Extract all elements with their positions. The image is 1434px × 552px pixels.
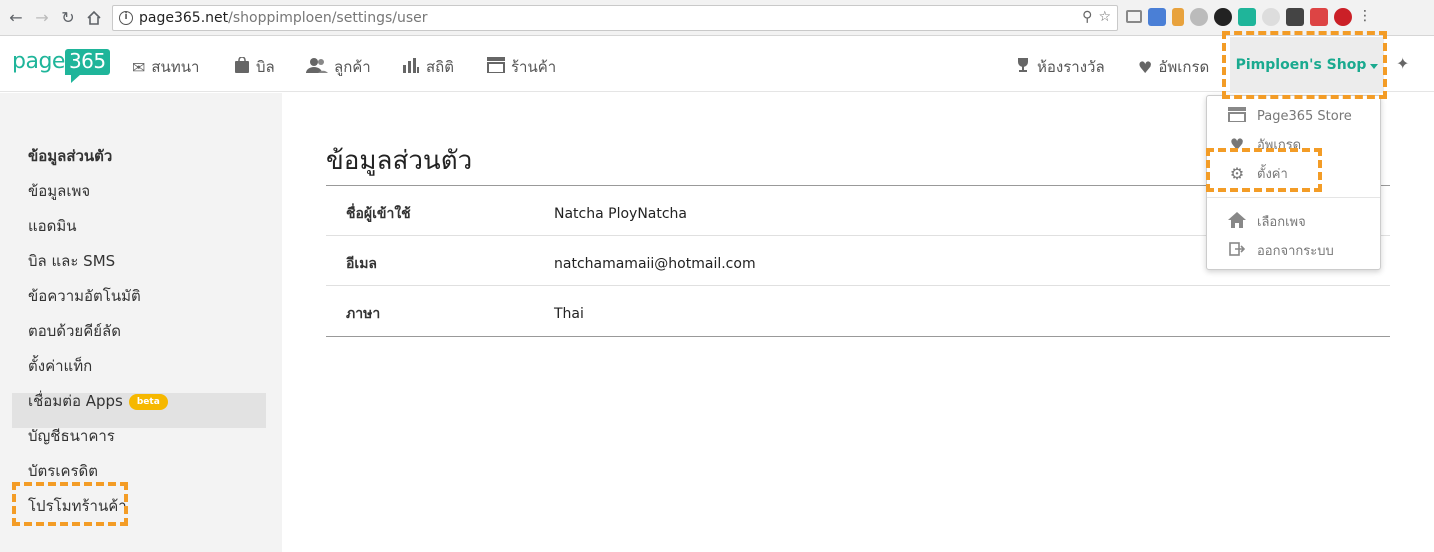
users-icon [306,57,328,77]
menu-item-page365-store[interactable]: Page365 Store [1227,107,1352,126]
gmail-icon[interactable] [1310,8,1328,26]
nav-customers-label: ลูกค้า [334,58,371,76]
menu-divider [1207,197,1380,198]
nav-store-label: ร้านค้า [511,58,557,76]
menu-dots-icon[interactable]: ⋮ [1358,8,1372,26]
row-key: ชื่อผู้เข้าใช้ [346,206,411,222]
extensions-bar: ⋮ [1126,8,1372,26]
reload-icon[interactable]: ↻ [58,8,78,28]
menu-item-label: Page365 Store [1257,109,1352,124]
trophy-icon [1015,57,1031,77]
annotation-settings-item [1206,148,1322,192]
store-icon [487,57,505,77]
page-title: ข้อมูลส่วนตัว [326,146,473,176]
app-header: page 365 ✉ สนทนา บิล ลูกค้า สถิติ ร้านค้า… [0,37,1434,92]
sidebar-item-profile[interactable]: ข้อมูลส่วนตัว [28,144,112,168]
home-icon [1227,211,1247,232]
sidebar-item-shortcut-reply[interactable]: ตอบด้วยคีย์ลัด [28,319,121,343]
sidebar-item-admin[interactable]: แอดมิน [28,214,77,238]
address-bar[interactable]: i page365.net/shoppimploen/settings/user… [112,5,1118,31]
mail-icon: ✉ [132,57,146,77]
bag-icon [234,55,250,78]
nav-stats[interactable]: สถิติ [402,55,454,79]
row-key: ภาษา [346,306,381,322]
nav-chat-label: สนทนา [151,58,200,76]
menu-item-label: ออกจากระบบ [1257,244,1334,259]
translate-icon[interactable] [1148,8,1166,26]
nav-stats-label: สถิติ [426,58,454,76]
forward-icon[interactable]: → [32,8,52,28]
camera-icon[interactable] [1214,8,1232,26]
row-value: Natcha PloyNatcha [554,206,688,222]
menu-item-logout[interactable]: ออกจากระบบ [1227,240,1334,261]
sidebar-item-credit-card[interactable]: บัตรเครดิต [28,459,98,483]
logo-text: page [12,49,65,74]
page365-icon[interactable] [1238,8,1256,26]
row-value: Thai [554,306,584,322]
url-path: /shoppimploen/settings/user [228,10,428,26]
menu-item-select-page[interactable]: เลือกเพจ [1227,211,1306,232]
nav-bills-label: บิล [256,58,275,76]
feather-icon[interactable] [1262,8,1280,26]
pinterest-icon[interactable] [1334,8,1352,26]
cast-icon[interactable] [1126,10,1142,23]
back-icon[interactable]: ← [6,8,26,28]
info-icon[interactable]: i [119,11,133,25]
sidebar-item-billing-sms[interactable]: บิล และ SMS [28,249,115,273]
row-key: อีเมล [346,256,378,272]
page365-logo[interactable]: page 365 [12,49,110,83]
logo-number: 365 [64,49,110,83]
youtube-icon[interactable] [1286,8,1304,26]
nav-chat[interactable]: ✉ สนทนา [132,55,199,79]
nav-store[interactable]: ร้านค้า [487,55,556,79]
nav-bills[interactable]: บิล [234,55,275,79]
heart-icon: ♥ [1138,57,1153,77]
drive-icon[interactable] [1190,8,1208,26]
extension-icon[interactable] [1172,8,1184,26]
sidebar-item-tag-settings[interactable]: ตั้งค่าแท็ก [28,354,92,378]
table-row: ภาษา Thai [326,286,1390,336]
logout-icon [1227,241,1247,260]
magic-wand-icon[interactable]: ✦ [1396,54,1409,73]
sidebar-item-connect-apps-label: เชื่อมต่อ Apps [28,392,123,410]
url-host: page365.net [139,10,229,26]
nav-awards[interactable]: ห้องรางวัล [1015,55,1105,79]
sidebar-item-page-info[interactable]: ข้อมูลเพจ [28,179,90,203]
row-value: natchamamaii@hotmail.com [554,256,756,272]
home-browser-icon[interactable] [84,8,104,28]
nav-upgrade-label: อัพเกรด [1158,58,1210,76]
beta-badge: beta [128,394,168,410]
browser-toolbar: ← → ↻ i page365.net/shoppimploen/setting… [0,0,1434,36]
nav-customers[interactable]: ลูกค้า [306,55,371,79]
zoom-icon[interactable]: ⚲ [1082,9,1092,25]
bookmark-star-icon[interactable]: ☆ [1098,9,1111,25]
annotation-shop-menu [1222,31,1387,99]
sidebar-item-bank-account[interactable]: บัญชีธนาคาร [28,424,115,448]
menu-item-label: เลือกเพจ [1257,215,1306,230]
sidebar-item-connect-apps[interactable]: เชื่อมต่อ Apps beta [28,389,168,413]
nav-awards-label: ห้องรางวัล [1037,58,1105,76]
nav-upgrade[interactable]: ♥ อัพเกรด [1138,55,1209,79]
store-icon [1227,107,1247,126]
sidebar-item-auto-message[interactable]: ข้อความอัตโนมัติ [28,284,141,308]
annotation-promote-store [12,482,128,526]
bar-chart-icon [402,57,420,77]
